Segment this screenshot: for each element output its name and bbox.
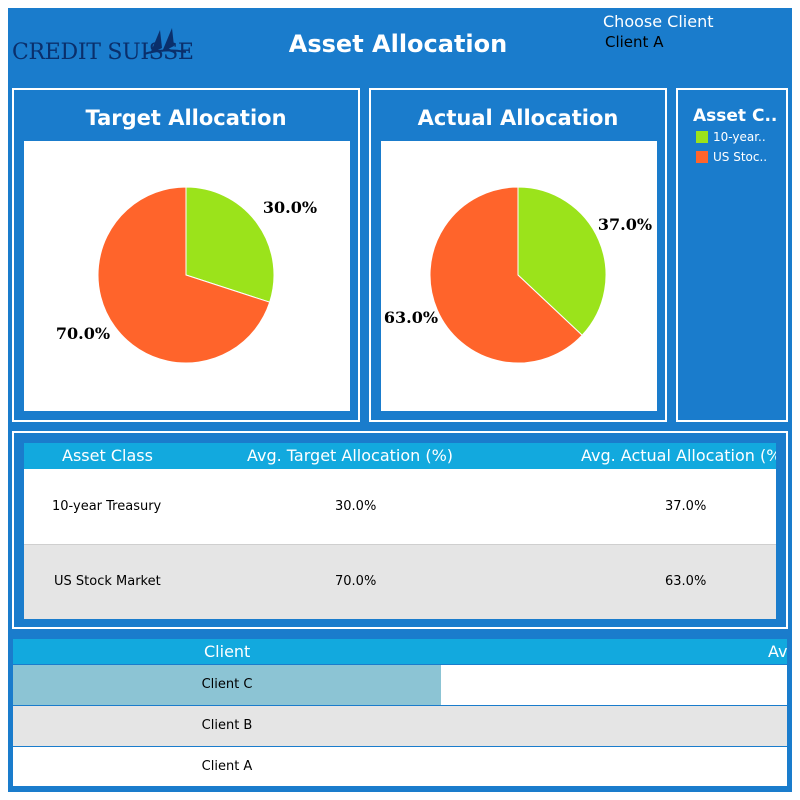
client-value-cell: [441, 665, 787, 705]
legend-label-stock: US Stoc..: [713, 150, 768, 164]
summary-table: Asset Class Avg. Target Allocation (%) A…: [24, 443, 776, 619]
cell-target: 30.0%: [335, 499, 377, 514]
slice-label-stock: 70.0%: [56, 324, 110, 343]
target-pie-chart: 30.0% 70.0%: [56, 186, 317, 364]
legend-item-stock[interactable]: US Stoc..: [696, 150, 767, 164]
client-name-cell: Client B: [201, 718, 253, 733]
client-name-cell: Client A: [201, 759, 253, 774]
actual-allocation-title: Actual Allocation: [417, 106, 619, 130]
slice-label-stock: 63.0%: [384, 308, 438, 327]
cell-actual: 63.0%: [665, 574, 707, 589]
actual-chart-area: 37.0% 63.0%: [381, 141, 657, 411]
summary-table-header: Asset Class Avg. Target Allocation (%) A…: [24, 443, 776, 469]
legend-swatch-stock: [696, 151, 708, 163]
col-avg-actual[interactable]: Avg. Actual Allocation (%): [581, 446, 776, 465]
legend-label-treasury: 10-year..: [713, 130, 766, 144]
client-table-header: Client Av: [13, 639, 787, 664]
col-client[interactable]: Client: [204, 642, 250, 661]
actual-pie-chart: 37.0% 63.0%: [384, 186, 652, 364]
page-title: Asset Allocation: [288, 30, 508, 58]
choose-client-label: Choose Client: [603, 12, 714, 31]
legend-item-treasury[interactable]: 10-year..: [696, 130, 766, 144]
target-allocation-panel: Target Allocation 30.0% 70.0%: [12, 88, 360, 422]
dashboard-frame: CREDIT SUISSE Asset Allocation Choose Cl…: [8, 8, 792, 792]
client-chooser[interactable]: Choose Client Client A: [603, 12, 783, 52]
target-allocation-title: Target Allocation: [85, 106, 287, 130]
client-row-a[interactable]: Client A: [13, 747, 787, 786]
table-row[interactable]: US Stock Market 70.0% 63.0%: [24, 544, 776, 619]
target-chart-area: 30.0% 70.0%: [24, 141, 350, 411]
actual-allocation-panel: Actual Allocation 37.0% 63.0%: [369, 88, 667, 422]
row-divider: [24, 544, 776, 545]
legend-panel: Asset C.. 10-year.. US Stoc..: [676, 88, 788, 422]
choose-client-select[interactable]: Client A: [605, 33, 783, 51]
table-row[interactable]: 10-year Treasury 30.0% 37.0%: [24, 469, 776, 544]
client-name-cell: Client C: [13, 665, 441, 705]
legend-swatch-treasury: [696, 131, 708, 143]
slice-label-treasury: 30.0%: [263, 198, 317, 217]
cell-target: 70.0%: [335, 574, 377, 589]
legend-title: Asset C..: [693, 106, 778, 126]
col-avg[interactable]: Av: [768, 642, 787, 661]
summary-table-panel: Asset Class Avg. Target Allocation (%) A…: [12, 431, 788, 629]
slice-label-treasury: 37.0%: [598, 215, 652, 234]
cell-asset-class: 10-year Treasury: [52, 499, 162, 514]
sails-icon: [143, 28, 186, 55]
client-row-b[interactable]: Client B: [13, 706, 787, 746]
cell-asset-class: US Stock Market: [54, 574, 161, 589]
cell-actual: 37.0%: [665, 499, 707, 514]
col-asset-class[interactable]: Asset Class: [62, 446, 153, 465]
col-avg-target[interactable]: Avg. Target Allocation (%): [247, 446, 453, 465]
client-row-c[interactable]: Client C: [13, 665, 787, 705]
credit-suisse-logo: CREDIT SUISSE: [12, 26, 194, 66]
